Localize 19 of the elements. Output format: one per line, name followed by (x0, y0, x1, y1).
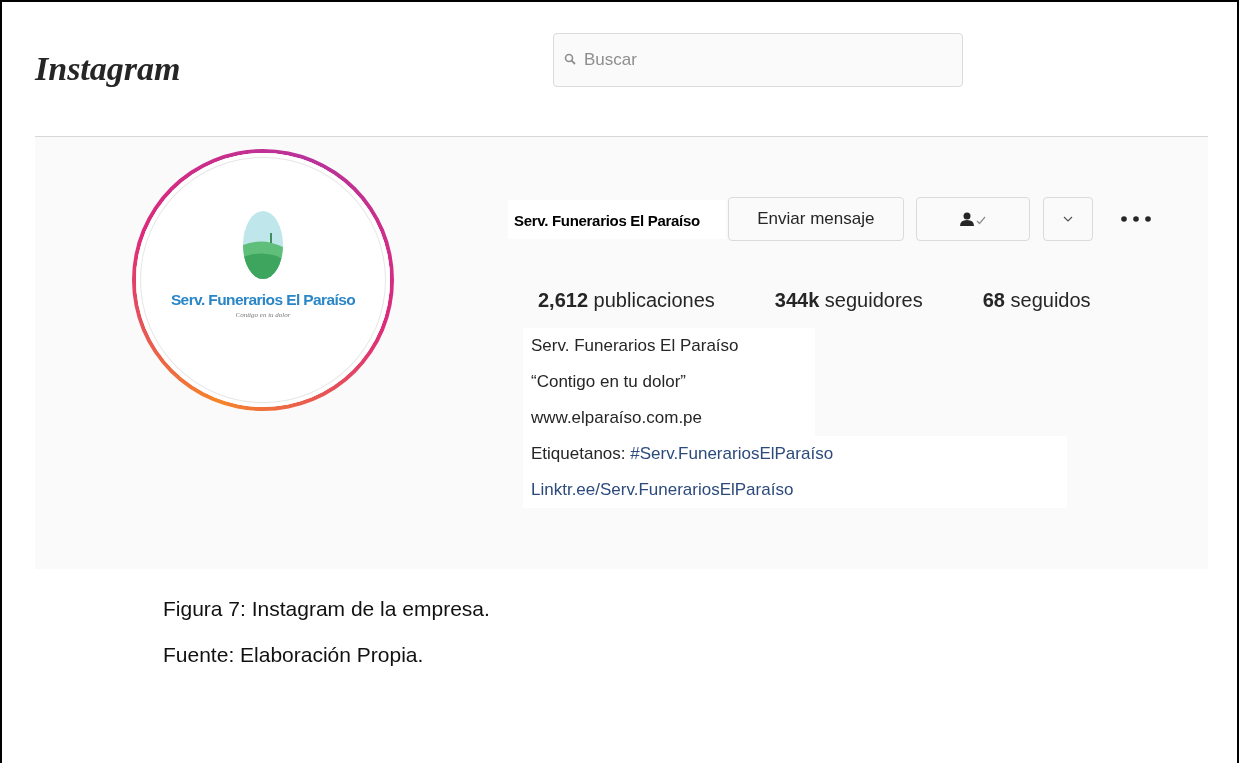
bio-text: Serv. Funerarios El Paraíso (531, 336, 739, 355)
profile-stat[interactable]: 344k seguidores (774, 289, 923, 312)
profile-stat[interactable]: 2,612 publicaciones (538, 289, 715, 312)
bio-label: Etiquetanos: (531, 444, 626, 463)
figure-caption: Figura 7: Instagram de la empresa. (163, 597, 491, 621)
hashtag-link[interactable]: #Serv.FunerariosElParaíso (630, 444, 834, 463)
figure-caption: Fuente: Elaboración Propia. (163, 643, 425, 667)
bio-text: “Contigo en tu dolor” (531, 372, 686, 391)
following-button[interactable] (915, 197, 1030, 241)
username: Serv. Funerarios El Paraíso (508, 199, 726, 239)
profile-stat[interactable]: 68 seguidos (982, 289, 1091, 312)
message-button[interactable]: Enviar mensaje (727, 197, 904, 241)
search-field[interactable]: Buscar (553, 33, 963, 87)
instagram-logo[interactable]: Instagram (35, 50, 181, 87)
caret-icon (1062, 216, 1073, 222)
person-check-icon (959, 212, 986, 226)
bio-text: www.elparaíso.com.pe (531, 408, 703, 427)
more-icon[interactable] (1120, 216, 1151, 222)
brand-name: Serv. Funerarios El Paraíso (170, 291, 356, 309)
